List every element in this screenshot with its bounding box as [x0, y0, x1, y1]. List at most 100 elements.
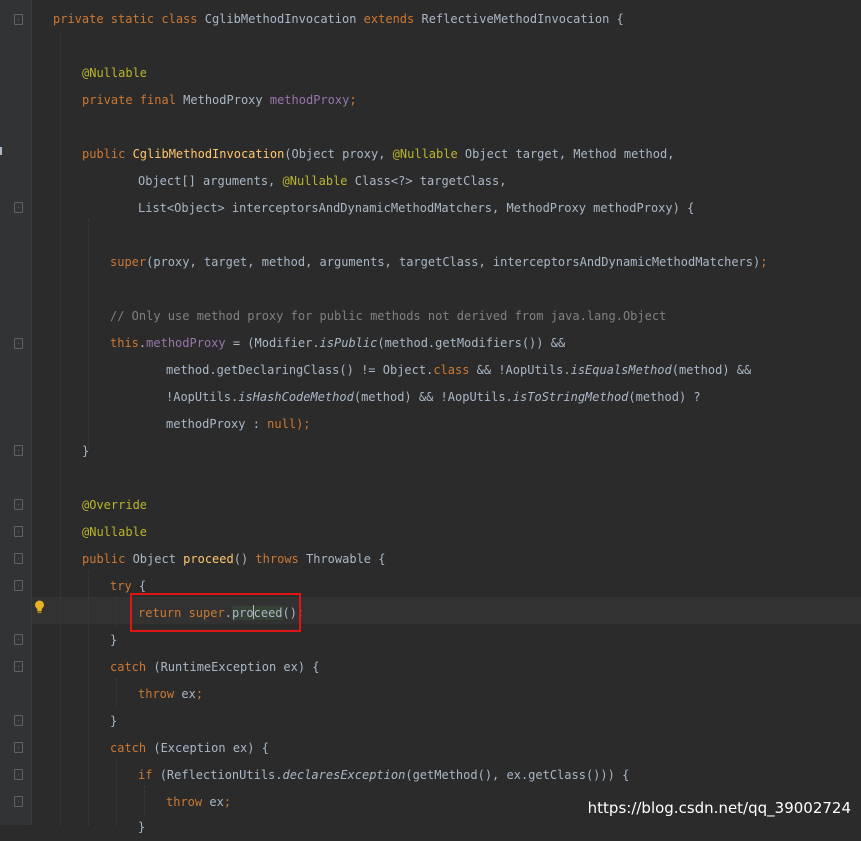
- code-comment: // Only use method proxy for public meth…: [110, 309, 667, 323]
- code-token: CglibMethodInvocation: [132, 147, 285, 161]
- code-token: }: [82, 444, 90, 458]
- code-token: isToStringMethod: [512, 390, 629, 404]
- code-line[interactable]: methodProxy : null);: [166, 411, 311, 438]
- code-line[interactable]: }: [138, 814, 145, 841]
- code-token: (getMethod(), ex.getClass())) {: [405, 768, 630, 782]
- code-token: CglibMethodInvocation: [204, 12, 364, 26]
- code-token: null: [267, 417, 297, 431]
- indent-guide: [116, 678, 117, 708]
- code-token: try: [110, 579, 139, 593]
- code-line[interactable]: super(proxy, target, method, arguments, …: [110, 249, 767, 276]
- code-token: && !AopUtils.: [469, 363, 571, 377]
- code-line[interactable]: if (ReflectionUtils.declaresException(ge…: [138, 762, 629, 789]
- code-token: methodProxy: [269, 93, 350, 107]
- code-token: (Exception ex) {: [153, 741, 269, 755]
- fold-marker-icon[interactable]: [14, 580, 23, 591]
- code-line[interactable]: catch (Exception ex) {: [110, 735, 269, 762]
- code-token: this: [110, 336, 139, 350]
- fold-marker-icon[interactable]: [14, 661, 23, 672]
- code-token: }: [110, 714, 118, 728]
- fold-marker-icon[interactable]: [14, 445, 23, 456]
- code-line[interactable]: // Only use method proxy for public meth…: [110, 303, 666, 330]
- code-token: (Object proxy,: [284, 147, 393, 161]
- code-token: ;: [195, 687, 204, 701]
- code-line[interactable]: this.methodProxy = (Modifier.isPublic(me…: [110, 330, 565, 357]
- fold-marker-icon[interactable]: [14, 14, 23, 25]
- code-token: @Nullable: [282, 174, 348, 188]
- code-token: Object: [132, 552, 184, 566]
- code-line[interactable]: private final MethodProxy methodProxy;: [82, 87, 357, 114]
- indent-guide: [116, 597, 117, 627]
- fold-marker-icon[interactable]: [14, 499, 23, 510]
- fold-marker-icon[interactable]: [14, 553, 23, 564]
- code-line[interactable]: public CglibMethodInvocation(Object prox…: [82, 141, 674, 168]
- code-token: class: [433, 363, 470, 377]
- code-line[interactable]: !AopUtils.isHashCodeMethod(method) && !A…: [166, 384, 701, 411]
- code-line[interactable]: }: [82, 438, 89, 465]
- code-token: MethodProxy: [183, 93, 270, 107]
- code-token: throw: [138, 687, 182, 701]
- watermark-text: https://blog.csdn.net/qq_39002724: [587, 799, 851, 817]
- code-token: Object target, Method method,: [457, 147, 675, 161]
- code-token: ex: [209, 795, 224, 809]
- indent-guide: [88, 219, 89, 449]
- fold-marker-icon[interactable]: [14, 338, 23, 349]
- code-line[interactable]: List<Object> interceptorsAndDynamicMetho…: [138, 195, 694, 222]
- code-line[interactable]: method.getDeclaringClass() != Object.cla…: [166, 357, 751, 384]
- code-line[interactable]: throw ex;: [166, 789, 231, 816]
- code-token: @Nullable: [392, 147, 458, 161]
- code-token: catch: [110, 660, 154, 674]
- code-token: @Nullable: [82, 525, 148, 539]
- code-token: extends: [363, 12, 422, 26]
- code-token: methodProxy: [146, 336, 226, 350]
- code-token: isPublic: [319, 336, 378, 350]
- code-line[interactable]: public Object proceed() throws Throwable…: [82, 546, 385, 573]
- fold-marker-icon[interactable]: [14, 796, 23, 807]
- code-line[interactable]: throw ex;: [138, 681, 203, 708]
- fold-marker-icon[interactable]: [14, 526, 23, 537]
- code-token: (method) && !AopUtils.: [353, 390, 513, 404]
- indent-guide: [144, 786, 145, 816]
- indent-guide: [116, 759, 117, 825]
- code-token: isHashCodeMethod: [238, 390, 354, 404]
- code-token: ex: [181, 687, 196, 701]
- code-token: proceed: [183, 552, 234, 566]
- code-line[interactable]: catch (RuntimeException ex) {: [110, 654, 320, 681]
- code-token: methodProxy :: [166, 417, 268, 431]
- code-line[interactable]: }: [110, 708, 117, 735]
- code-editor[interactable]: private static class CglibMethodInvocati…: [0, 0, 861, 834]
- code-token: (RuntimeException ex) {: [153, 660, 320, 674]
- fold-marker-icon[interactable]: [14, 769, 23, 780]
- code-token: @Override: [82, 498, 148, 512]
- code-token: (ReflectionUtils.: [159, 768, 283, 782]
- code-token: Throwable {: [306, 552, 386, 566]
- gutter-marker: [0, 147, 2, 155]
- code-token: private static class: [53, 12, 205, 26]
- editor-gutter: [0, 0, 32, 825]
- lightbulb-icon[interactable]: [34, 600, 45, 614]
- code-token: private final: [82, 93, 184, 107]
- code-line[interactable]: private static class CglibMethodInvocati…: [53, 6, 624, 33]
- code-line[interactable]: @Nullable: [82, 519, 147, 546]
- fold-marker-icon[interactable]: [14, 202, 23, 213]
- code-token: Object[] arguments,: [138, 174, 283, 188]
- fold-marker-icon[interactable]: [14, 634, 23, 645]
- code-token: = (Modifier.: [225, 336, 320, 350]
- code-token: if: [138, 768, 160, 782]
- code-token: !AopUtils.: [166, 390, 239, 404]
- code-token: ;: [760, 255, 768, 269]
- code-token: }: [110, 633, 118, 647]
- code-token: @Nullable: [82, 66, 148, 80]
- code-token: isEqualsMethod: [570, 363, 672, 377]
- fold-marker-icon[interactable]: [14, 742, 23, 753]
- code-token: Class<?> targetClass,: [347, 174, 507, 188]
- code-token: ;: [349, 93, 357, 107]
- fold-marker-icon[interactable]: [14, 715, 23, 726]
- code-line[interactable]: @Nullable: [82, 60, 147, 87]
- code-line[interactable]: }: [110, 627, 117, 654]
- code-line[interactable]: @Override: [82, 492, 147, 519]
- code-token: public: [82, 147, 133, 161]
- code-token: throw: [166, 795, 210, 809]
- code-line[interactable]: Object[] arguments, @Nullable Class<?> t…: [138, 168, 506, 195]
- code-token: }: [138, 820, 146, 834]
